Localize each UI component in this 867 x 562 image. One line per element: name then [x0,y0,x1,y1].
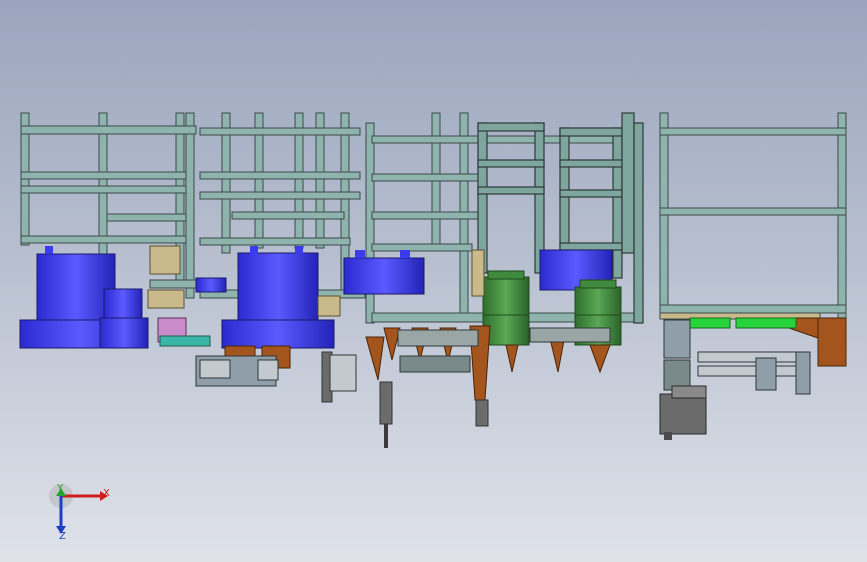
gear-motor[interactable] [659,385,707,440]
cad-3d-viewport[interactable]: X Y Z [0,0,867,562]
right-conveyor[interactable] [663,317,811,395]
triad-x-label: X [103,488,110,499]
triad-y-label: Y [57,483,64,494]
frame-module-right[interactable] [659,112,847,320]
triad-z-label: Z [59,531,66,542]
pink-gearbox[interactable] [157,317,211,347]
blue-motor-center[interactable] [221,246,335,349]
